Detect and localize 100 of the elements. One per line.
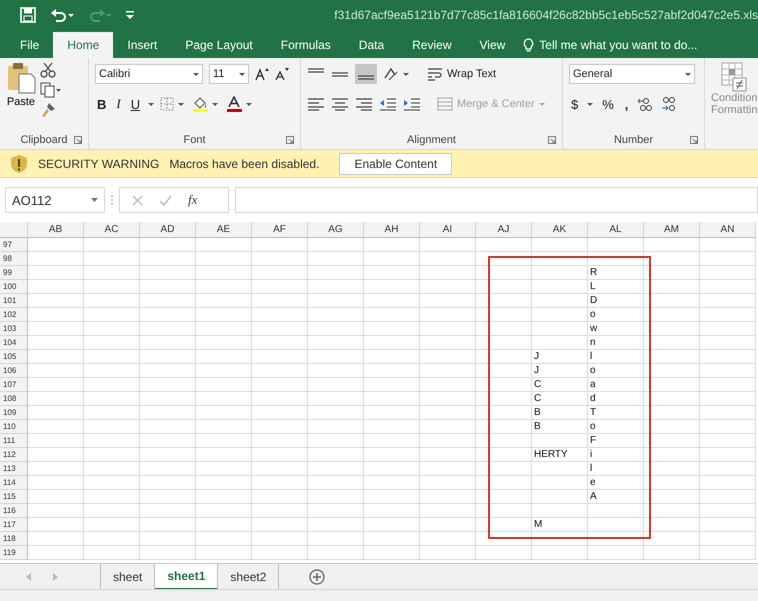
row-header[interactable]: 102	[0, 308, 28, 322]
row-header[interactable]: 103	[0, 322, 28, 336]
row-header[interactable]: 113	[0, 462, 28, 476]
customize-toolbar-icon[interactable]	[126, 11, 134, 19]
column-header[interactable]: AF	[252, 222, 308, 238]
dialog-launcher-icon[interactable]	[74, 136, 82, 144]
ribbon-tab[interactable]: Formulas	[266, 32, 345, 58]
add-sheet-icon[interactable]	[309, 569, 326, 585]
underline-button[interactable]: U	[128, 96, 142, 112]
cell-text: i	[589, 448, 592, 462]
decrease-indent-icon[interactable]	[379, 97, 397, 111]
cell-text: B	[533, 406, 541, 420]
orientation-icon[interactable]	[383, 66, 411, 82]
row-header[interactable]: 104	[0, 336, 28, 350]
ribbon-tab[interactable]: View	[466, 32, 520, 58]
name-box[interactable]: AO112	[5, 187, 105, 213]
sheet-tab[interactable]: sheet1	[155, 564, 218, 590]
row-header[interactable]: 99	[0, 266, 28, 280]
dialog-launcher-icon[interactable]	[548, 136, 556, 144]
column-header[interactable]: AD	[140, 222, 196, 238]
save-icon[interactable]	[20, 7, 36, 23]
dropdown-caret-icon[interactable]	[587, 102, 594, 106]
dialog-launcher-icon[interactable]	[690, 136, 698, 144]
grow-font-icon[interactable]	[255, 67, 269, 81]
cell-text: C	[533, 392, 542, 406]
increase-decimal-icon[interactable]	[637, 96, 654, 112]
row-header[interactable]: 105	[0, 350, 28, 364]
row-header[interactable]: 116	[0, 504, 28, 518]
font-name-field[interactable]: Calibri	[95, 64, 203, 84]
bold-button[interactable]: B	[95, 96, 108, 112]
undo-icon[interactable]	[50, 7, 74, 23]
borders-icon[interactable]	[160, 97, 186, 111]
row-header[interactable]: 112	[0, 448, 28, 462]
ribbon-tab[interactable]: Home	[53, 32, 114, 58]
ribbon-tab[interactable]: Insert	[113, 32, 172, 58]
paintbrush-icon[interactable]	[40, 102, 56, 118]
enable-content-button[interactable]: Enable Content	[339, 152, 452, 174]
cell-text: HERTY	[533, 448, 568, 462]
row-header[interactable]: 115	[0, 490, 28, 504]
lightbulb-icon	[523, 38, 534, 52]
column-header[interactable]: AH	[364, 222, 420, 238]
number-format-field[interactable]: General	[569, 64, 695, 84]
column-header[interactable]: AM	[644, 222, 700, 238]
cell-text: a	[589, 378, 596, 392]
cell-text: A	[589, 490, 597, 504]
column-header[interactable]: AE	[196, 222, 252, 238]
row-header[interactable]: 119	[0, 546, 28, 560]
dropdown-caret-icon[interactable]	[148, 102, 154, 106]
column-header[interactable]: AN	[700, 222, 756, 238]
conditional-formatting-icon	[721, 62, 748, 92]
align-right-icon[interactable]	[355, 97, 373, 111]
align-center-icon[interactable]	[331, 97, 349, 111]
row-header[interactable]: 98	[0, 252, 28, 266]
row-header[interactable]: 114	[0, 476, 28, 490]
currency-button[interactable]: $	[569, 96, 580, 112]
font-color-icon[interactable]	[226, 96, 254, 112]
align-left-icon[interactable]	[307, 97, 325, 111]
column-header[interactable]: AK	[532, 222, 588, 238]
row-header[interactable]: 97	[0, 238, 28, 252]
tell-me-field[interactable]: Tell me what you want to do...	[523, 32, 698, 58]
shrink-font-icon[interactable]	[275, 67, 289, 81]
scissors-icon[interactable]	[40, 62, 56, 78]
ribbon-tab[interactable]: Page Layout	[171, 32, 267, 58]
row-header[interactable]: 117	[0, 518, 28, 532]
increase-indent-icon[interactable]	[403, 97, 421, 111]
row-header[interactable]: 100	[0, 280, 28, 294]
column-header[interactable]: AL	[588, 222, 644, 238]
cell-text: F	[589, 434, 596, 448]
row-header[interactable]: 108	[0, 392, 28, 406]
row-header[interactable]: 101	[0, 294, 28, 308]
font-size-field[interactable]: 11	[209, 64, 249, 84]
insert-function-button[interactable]: fx	[188, 192, 198, 208]
column-header[interactable]: AI	[420, 222, 476, 238]
wrap-text-button[interactable]: Wrap Text	[427, 67, 496, 81]
fill-color-icon[interactable]	[192, 96, 220, 112]
ribbon-tab[interactable]: Data	[344, 32, 398, 58]
column-header[interactable]: AG	[308, 222, 364, 238]
column-header[interactable]: AB	[28, 222, 84, 238]
ribbon-tab[interactable]: File	[6, 32, 54, 58]
decrease-decimal-icon[interactable]	[660, 96, 676, 112]
percent-button[interactable]: %	[600, 96, 616, 112]
row-header[interactable]: 110	[0, 420, 28, 434]
paste-button[interactable]: Paste	[6, 62, 36, 131]
cell-text: B	[533, 420, 541, 434]
italic-button[interactable]: I	[114, 96, 123, 112]
copy-icon[interactable]	[40, 82, 62, 98]
bottom-align-icon[interactable]	[355, 64, 377, 84]
row-header[interactable]: 109	[0, 406, 28, 420]
row-header[interactable]: 111	[0, 434, 28, 448]
comma-button[interactable]: ,	[622, 96, 630, 112]
cell-text: l	[589, 462, 592, 476]
ribbon-tab[interactable]: Review	[398, 32, 466, 58]
formula-input[interactable]	[235, 187, 758, 213]
dialog-launcher-icon[interactable]	[286, 136, 294, 144]
check-icon[interactable]	[159, 194, 172, 206]
column-header[interactable]: AJ	[476, 222, 532, 238]
row-header[interactable]: 107	[0, 378, 28, 392]
row-header[interactable]: 106	[0, 364, 28, 378]
row-header[interactable]: 118	[0, 532, 28, 546]
column-header[interactable]: AC	[84, 222, 140, 238]
